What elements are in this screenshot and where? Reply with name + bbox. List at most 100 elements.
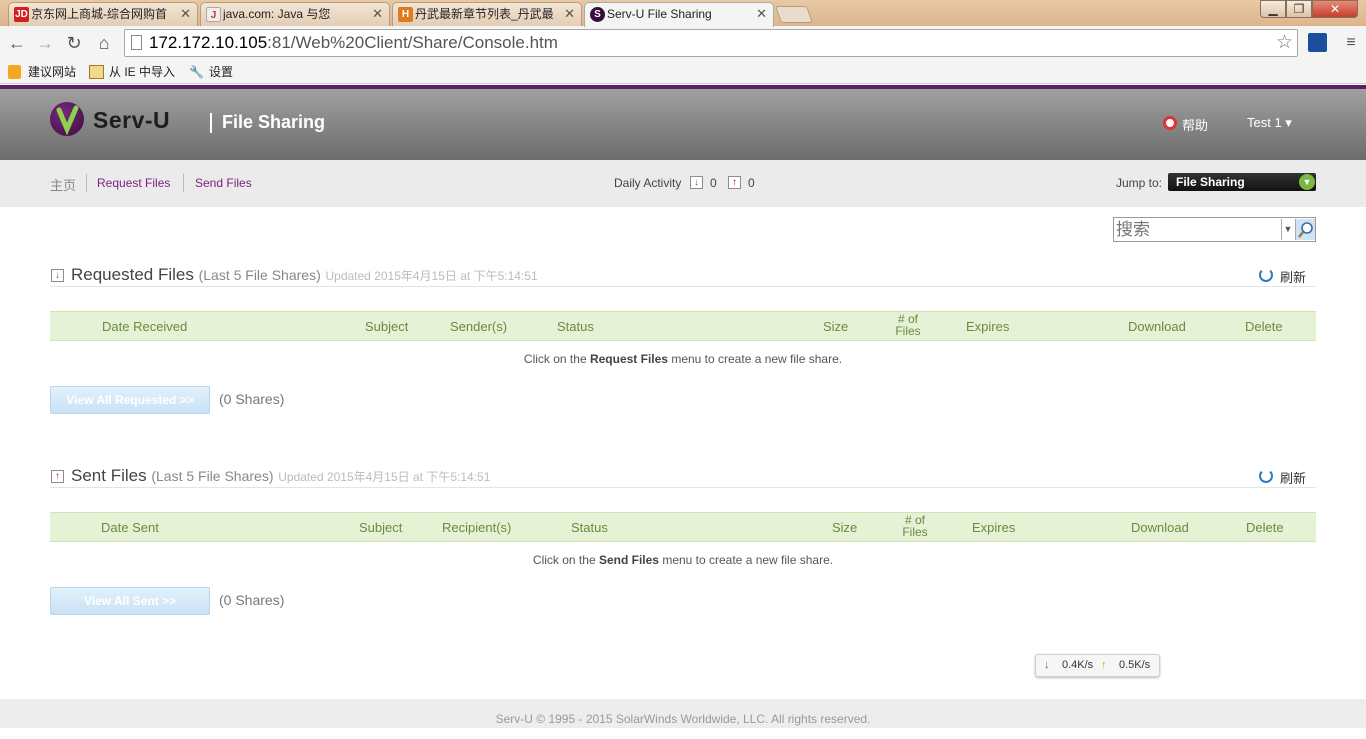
logo-text[interactable]: Serv-U	[93, 107, 170, 134]
download-speed-icon: ↓	[1044, 659, 1050, 671]
bookmark-import-ie[interactable]: 从 IE 中导入	[89, 63, 175, 81]
col-size[interactable]: Size	[823, 319, 848, 334]
jump-to-value: File Sharing	[1176, 175, 1245, 189]
sent-title: Sent Files	[71, 466, 147, 485]
browser-tab-jd[interactable]: JD 京东网上商城-综合网购首 ✕	[8, 2, 198, 26]
servu-favicon-icon: S	[590, 7, 605, 22]
home-icon[interactable]: ⌂	[93, 32, 115, 54]
search-box: ▼	[1113, 217, 1316, 242]
empty-text: menu to create a new file share.	[658, 553, 834, 567]
servu-logo-icon[interactable]	[50, 102, 84, 136]
col-status[interactable]: Status	[571, 520, 608, 535]
view-all-sent-button[interactable]: View All Sent >>	[50, 587, 210, 615]
star-icon[interactable]: ☆	[1276, 30, 1293, 56]
page-footer: Serv-U © 1995 - 2015 SolarWinds Worldwid…	[0, 699, 1366, 728]
search-icon	[1298, 222, 1313, 238]
close-icon[interactable]: ✕	[756, 3, 767, 25]
col-expires[interactable]: Expires	[972, 520, 1015, 535]
jd-favicon-icon: JD	[14, 7, 29, 22]
search-input[interactable]	[1116, 219, 1280, 240]
col-subject[interactable]: Subject	[359, 520, 402, 535]
col-download[interactable]: Download	[1131, 520, 1189, 535]
requested-subtitle: (Last 5 File Shares)	[198, 267, 321, 283]
col-subject[interactable]: Subject	[365, 319, 408, 334]
col-status[interactable]: Status	[557, 319, 594, 334]
help-link[interactable]: 帮助	[1163, 115, 1208, 134]
col-recipients[interactable]: Recipient(s)	[442, 520, 511, 535]
jump-to-select[interactable]: File Sharing ▼	[1168, 173, 1316, 191]
col-size[interactable]: Size	[832, 520, 857, 535]
user-menu[interactable]: Test 1 ▾	[1247, 115, 1292, 131]
sent-empty-message: Click on the Send Files menu to create a…	[0, 553, 1366, 567]
bookmark-suggested[interactable]: 建议网站	[8, 63, 76, 81]
lifebuoy-icon	[1163, 116, 1177, 130]
nav-request-files[interactable]: Request Files	[97, 176, 170, 190]
empty-text: Click on the	[532, 553, 599, 567]
help-label: 帮助	[1182, 118, 1209, 133]
refresh-icon	[1259, 268, 1273, 282]
bookmark-label: 设置	[209, 65, 234, 79]
speed-indicator[interactable]: ↓ 0.4K/s ↑ 0.5K/s	[1035, 654, 1160, 677]
requested-empty-message: Click on the Request Files menu to creat…	[0, 352, 1366, 366]
col-delete[interactable]: Delete	[1246, 520, 1284, 535]
address-bar[interactable]: 172.172.10.105:81/Web%20Client/Share/Con…	[124, 29, 1298, 57]
java-favicon-icon: J	[206, 7, 221, 22]
bookmark-label: 从 IE 中导入	[109, 65, 176, 79]
url-host: 172.172.10.105	[149, 33, 268, 52]
requested-updated: Updated 2015年4月15日 at 下午5:14:51	[325, 269, 538, 283]
refresh-label: 刷新	[1280, 270, 1307, 285]
close-icon[interactable]: ✕	[372, 3, 383, 25]
col-senders[interactable]: Sender(s)	[450, 319, 507, 334]
col-number-of-files[interactable]: # of Files	[893, 313, 923, 337]
upload-speed-icon: ↑	[1101, 659, 1107, 671]
minimize-icon[interactable]: ▁	[1260, 0, 1286, 18]
browser-tab-java[interactable]: J java.com: Java 与您 ✕	[200, 2, 390, 26]
requested-table-header: Date Received Subject Sender(s) Status S…	[50, 311, 1316, 341]
requested-refresh-button[interactable]: 刷新	[1259, 267, 1306, 286]
bookmark-settings[interactable]: 🔧 设置	[189, 63, 233, 81]
nav-divider	[183, 174, 184, 192]
back-arrow-icon[interactable]: ←	[6, 32, 28, 54]
sent-section-title: Sent Files (Last 5 File Shares) Updated …	[71, 466, 490, 486]
col-number-of-files[interactable]: # of Files	[900, 514, 930, 538]
menu-icon[interactable]: ≡	[1340, 32, 1362, 54]
refresh-label: 刷新	[1280, 471, 1307, 486]
nav-divider	[86, 174, 87, 192]
requested-title: Requested Files	[71, 265, 194, 284]
logo-separator	[210, 113, 212, 133]
col-download[interactable]: Download	[1128, 319, 1186, 334]
col-expires[interactable]: Expires	[966, 319, 1009, 334]
sent-shares-count: (0 Shares)	[219, 592, 285, 608]
empty-text-bold: Send Files	[598, 553, 659, 567]
extension-icon[interactable]	[1308, 33, 1327, 52]
wrench-icon: 🔧	[189, 65, 204, 79]
view-all-requested-button[interactable]: View All Requested >>	[50, 386, 210, 414]
upload-speed: 0.5K/s	[1119, 659, 1151, 671]
forward-arrow-icon[interactable]: →	[34, 32, 56, 54]
app-title: File Sharing	[222, 112, 326, 132]
col-date-sent[interactable]: Date Sent	[101, 520, 159, 535]
app-header: Serv-U File Sharing 帮助 Test 1 ▾	[0, 89, 1366, 160]
browser-tab-servu[interactable]: S Serv-U File Sharing ✕	[584, 2, 774, 27]
search-button[interactable]	[1295, 219, 1315, 240]
upload-count: 0	[748, 176, 755, 190]
sent-subtitle: (Last 5 File Shares)	[151, 468, 274, 484]
tab-label: Serv-U File Sharing	[607, 7, 712, 21]
browser-toolbar: ← → ↻ ⌂ 172.172.10.105:81/Web%20Client/S…	[0, 26, 1366, 60]
nav-home[interactable]: 主页	[50, 175, 76, 194]
col-delete[interactable]: Delete	[1245, 319, 1283, 334]
col-date-received[interactable]: Date Received	[102, 319, 187, 334]
folder-icon	[89, 65, 104, 79]
close-window-icon[interactable]: ✕	[1312, 0, 1358, 18]
close-icon[interactable]: ✕	[564, 3, 575, 25]
browser-tab-novel[interactable]: H 丹武最新章节列表_丹武最 ✕	[392, 2, 582, 26]
chevron-down-icon[interactable]: ▼	[1281, 219, 1294, 240]
sent-arrow-icon: ↑	[51, 470, 64, 483]
download-arrow-icon: ↓	[690, 176, 703, 189]
nav-send-files[interactable]: Send Files	[195, 176, 252, 190]
close-icon[interactable]: ✕	[180, 3, 191, 25]
sent-refresh-button[interactable]: 刷新	[1259, 468, 1306, 487]
new-tab-button[interactable]	[774, 6, 814, 23]
reload-icon[interactable]: ↻	[63, 32, 85, 54]
maximize-icon[interactable]: ❐	[1286, 0, 1312, 18]
